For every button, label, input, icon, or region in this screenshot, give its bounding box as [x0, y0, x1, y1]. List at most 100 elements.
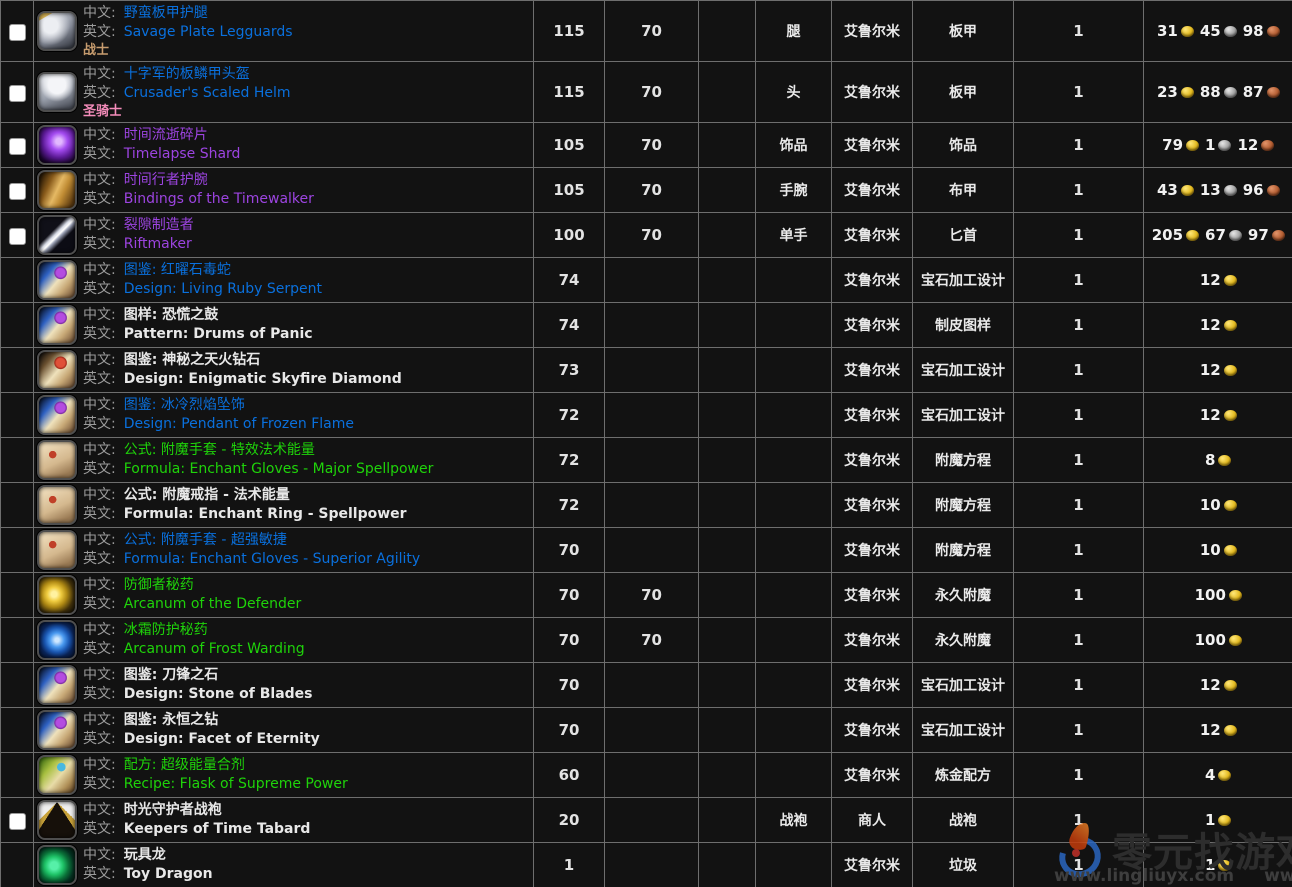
slot-cell: 单手 [756, 213, 832, 258]
row-checkbox[interactable] [9, 24, 26, 41]
row-checkbox[interactable] [9, 813, 26, 830]
item-name-line: 英文: Formula: Enchant Ring - Spellpower [83, 505, 407, 524]
category-cell: 附魔方程 [913, 528, 1014, 573]
item-name-en[interactable]: Toy Dragon [124, 866, 213, 882]
row-checkbox[interactable] [9, 85, 26, 102]
item-name-cn[interactable]: 图样: 恐慌之鼓 [124, 307, 218, 323]
item-name-line: 中文: 时光守护者战袍 [83, 801, 310, 820]
slot-cell [756, 753, 832, 798]
item-name-en[interactable]: Pattern: Drums of Panic [124, 326, 313, 342]
quantity-cell: 1 [1014, 663, 1144, 708]
required-level-cell: 70 [605, 213, 699, 258]
arcanum-yellow-icon[interactable] [37, 575, 77, 615]
formula-icon[interactable] [37, 485, 77, 525]
item-name-en[interactable]: Design: Pendant of Frozen Flame [124, 416, 354, 432]
bracer-icon[interactable] [37, 170, 77, 210]
item-name-en[interactable]: Design: Facet of Eternity [124, 731, 320, 747]
slot-cell [756, 483, 832, 528]
scroll-purple-icon[interactable] [37, 710, 77, 750]
row-checkbox[interactable] [9, 228, 26, 245]
item-name-cn[interactable]: 公式: 附魔手套 - 超强敏捷 [124, 532, 287, 548]
cn-label: 中文: [83, 802, 116, 818]
item-name-en[interactable]: Savage Plate Legguards [124, 24, 293, 40]
item-name-en[interactable]: Formula: Enchant Gloves - Major Spellpow… [124, 461, 434, 477]
checkbox-cell [1, 438, 34, 483]
item-name-cn[interactable]: 防御者秘药 [124, 577, 194, 593]
scroll-purple-icon[interactable] [37, 395, 77, 435]
item-name-en[interactable]: Arcanum of Frost Warding [124, 641, 305, 657]
item-name-cn[interactable]: 公式: 附魔戒指 - 法术能量 [124, 487, 290, 503]
item-level-cell: 105 [534, 123, 605, 168]
category-cell: 永久附魔 [913, 618, 1014, 663]
item-name-en[interactable]: Riftmaker [124, 236, 192, 252]
plate-legs-icon[interactable] [37, 11, 77, 51]
source-cell: 艾鲁尔米 [832, 618, 913, 663]
item-name-en[interactable]: Design: Stone of Blades [124, 686, 313, 702]
scroll-purple-icon[interactable] [37, 665, 77, 705]
category-cell: 附魔方程 [913, 438, 1014, 483]
formula-icon[interactable] [37, 530, 77, 570]
item-name-cn[interactable]: 冰霜防护秘药 [124, 622, 208, 638]
item-name-en[interactable]: Timelapse Shard [124, 146, 241, 162]
item-name-cn[interactable]: 图鉴: 红曜石毒蛇 [124, 262, 231, 278]
plate-helm-icon[interactable] [37, 72, 77, 112]
item-name-en[interactable]: Crusader's Scaled Helm [124, 85, 291, 101]
purple-shard-icon[interactable] [37, 125, 77, 165]
price-cell: 1 [1144, 843, 1292, 887]
item-name-cn[interactable]: 时光守护者战袍 [124, 802, 222, 818]
item-name-en[interactable]: Formula: Enchant Ring - Spellpower [124, 506, 407, 522]
item-name-cn[interactable]: 公式: 附魔手套 - 特效法术能量 [124, 442, 315, 458]
item-name-en[interactable]: Design: Enigmatic Skyfire Diamond [124, 371, 402, 387]
extra-cell [699, 798, 756, 843]
item-level-cell: 74 [534, 258, 605, 303]
extra-cell [699, 618, 756, 663]
dragon-icon[interactable] [37, 845, 77, 885]
scroll-red-icon[interactable] [37, 350, 77, 390]
item-names: 中文:公式: 附魔手套 - 超强敏捷英文:Formula: Enchant Gl… [83, 531, 420, 569]
category-cell: 布甲 [913, 168, 1014, 213]
item-name-cn[interactable]: 图鉴: 神秘之天火钻石 [124, 352, 260, 368]
formula-icon[interactable] [37, 440, 77, 480]
silver-coin-icon [1224, 87, 1237, 98]
row-checkbox[interactable] [9, 183, 26, 200]
scroll-purple-icon[interactable] [37, 260, 77, 300]
source-cell: 艾鲁尔米 [832, 438, 913, 483]
category-cell: 垃圾 [913, 843, 1014, 887]
tabard-icon[interactable] [37, 800, 77, 840]
row-checkbox[interactable] [9, 138, 26, 155]
item-name-line: 英文:Bindings of the Timewalker [83, 190, 314, 209]
item-name-line: 中文:时间行者护腕 [83, 171, 314, 190]
item-row: 中文:十字军的板鳞甲头盔英文:Crusader's Scaled Helm圣骑士… [1, 62, 1292, 123]
item-name-cn[interactable]: 十字军的板鳞甲头盔 [124, 66, 250, 82]
price-cell: 1 [1144, 798, 1292, 843]
item-name-en[interactable]: Arcanum of the Defender [124, 596, 302, 612]
item-name-cn[interactable]: 图鉴: 永恒之钻 [124, 712, 218, 728]
scroll-purple-icon[interactable] [37, 305, 77, 345]
item-name-cn[interactable]: 时间行者护腕 [124, 172, 208, 188]
item-name-en[interactable]: Design: Living Ruby Serpent [124, 281, 322, 297]
arcanum-blue-icon[interactable] [37, 620, 77, 660]
item-cell: 中文:玩具龙英文:Toy Dragon [34, 843, 534, 887]
item-name-cn[interactable]: 时间流逝碎片 [124, 127, 208, 143]
en-label: 英文: [83, 326, 116, 342]
item-name-line: 中文:冰霜防护秘药 [83, 621, 305, 640]
item-name-en[interactable]: Keepers of Time Tabard [124, 821, 311, 837]
en-label: 英文: [83, 506, 116, 522]
source-cell: 艾鲁尔米 [832, 62, 913, 123]
recipe-green-icon[interactable] [37, 755, 77, 795]
item-name-cn[interactable]: 裂隙制造者 [124, 217, 194, 233]
slot-cell: 头 [756, 62, 832, 123]
item-name-cn[interactable]: 玩具龙 [124, 847, 166, 863]
item-name-en[interactable]: Bindings of the Timewalker [124, 191, 314, 207]
en-label: 英文: [83, 146, 116, 162]
item-name-cn[interactable]: 图鉴: 冰冷烈焰坠饰 [124, 397, 245, 413]
checkbox-cell [1, 348, 34, 393]
item-name-cn[interactable]: 图鉴: 刀锋之石 [124, 667, 218, 683]
item-name-en[interactable]: Recipe: Flask of Supreme Power [124, 776, 348, 792]
slot-cell [756, 348, 832, 393]
item-cell-content: 中文:裂隙制造者英文:Riftmaker [37, 215, 533, 255]
dagger-icon[interactable] [37, 215, 77, 255]
item-name-cn[interactable]: 野蛮板甲护腿 [124, 5, 208, 21]
item-name-cn[interactable]: 配方: 超级能量合剂 [124, 757, 245, 773]
item-name-en[interactable]: Formula: Enchant Gloves - Superior Agili… [124, 551, 421, 567]
